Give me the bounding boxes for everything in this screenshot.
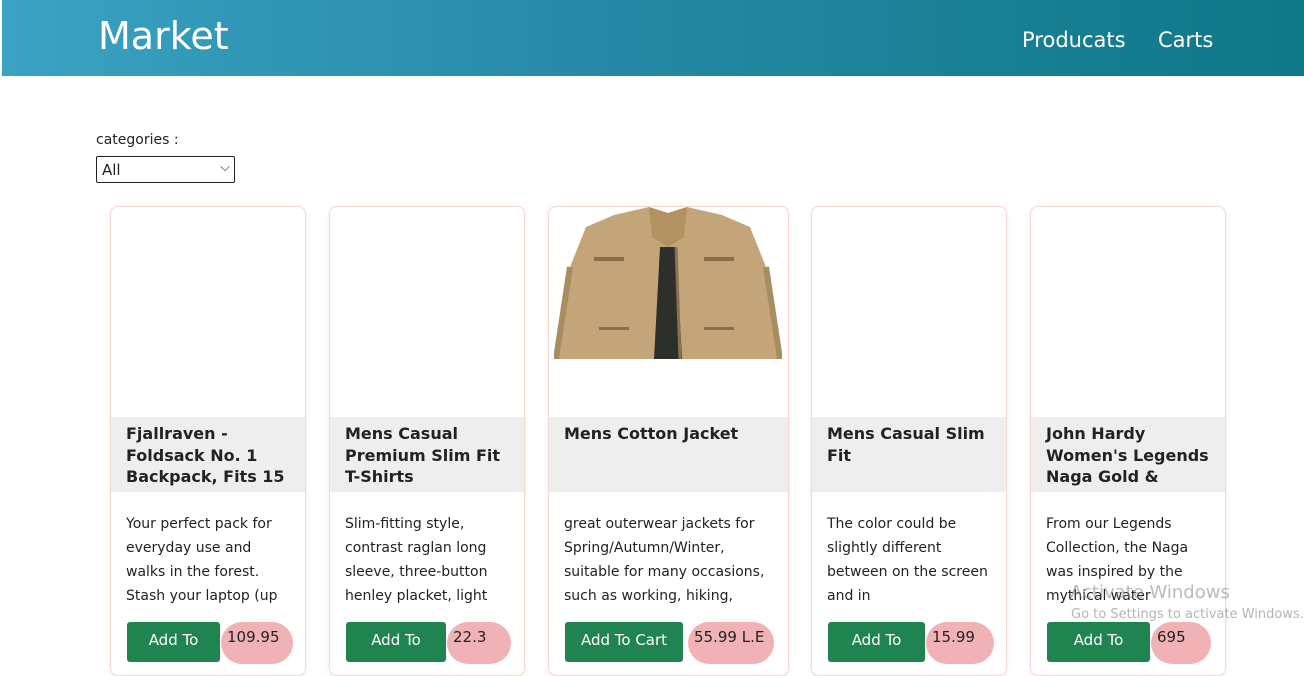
product-title-box: Fjallraven - Foldsack No. 1 Backpack, Fi… <box>111 417 305 492</box>
product-title: Mens Casual Slim Fit <box>827 424 985 465</box>
price-badge: 109.95 <box>221 622 293 664</box>
product-card: Mens Casual Premium Slim Fit T-Shirts Sl… <box>329 206 525 676</box>
product-card: John Hardy Women's Legends Naga Gold & S… <box>1030 206 1226 676</box>
product-title: Mens Cotton Jacket <box>564 424 739 443</box>
product-title-box: Mens Casual Premium Slim Fit T-Shirts <box>330 417 524 492</box>
product-description: Slim-fitting style, contrast raglan long… <box>345 516 488 604</box>
nav-link-carts[interactable]: Carts <box>1158 26 1213 54</box>
add-to-cart-button[interactable]: Add To <box>127 622 220 662</box>
price-badge: 55.99 L.E <box>688 622 774 664</box>
nav-link-products[interactable]: Producats <box>1022 26 1126 54</box>
product-image <box>549 207 788 417</box>
product-image <box>812 207 1006 417</box>
add-to-cart-button[interactable]: Add To <box>346 622 446 662</box>
categories-selected-value: All <box>102 161 121 179</box>
product-title: Fjallraven - Foldsack No. 1 Backpack, Fi… <box>126 424 285 492</box>
windows-activation-watermark: Activate Windows <box>1070 582 1230 603</box>
product-title: John Hardy Women's Legends Naga Gold & S… <box>1046 424 1209 492</box>
add-to-cart-button[interactable]: Add To <box>828 622 925 662</box>
chevron-down-icon: ⌵ <box>220 160 230 175</box>
categories-select[interactable]: All ⌵ <box>96 156 235 183</box>
product-description: Your perfect pack for everyday use and w… <box>126 516 278 604</box>
price-badge: 22.3 <box>447 622 511 664</box>
product-title-box: Mens Cotton Jacket <box>549 417 788 492</box>
product-card: Fjallraven - Foldsack No. 1 Backpack, Fi… <box>110 206 306 676</box>
product-image <box>1031 207 1225 417</box>
product-description: The color could be slightly different be… <box>827 516 988 604</box>
windows-activation-hint: Go to Settings to activate Windows. <box>1071 607 1304 622</box>
price-badge: 15.99 <box>926 622 994 664</box>
product-title-box: Mens Casual Slim Fit <box>812 417 1006 492</box>
product-image <box>330 207 524 417</box>
product-title: Mens Casual Premium Slim Fit T-Shirts <box>345 424 501 486</box>
add-to-cart-button[interactable]: Add To Cart <box>565 622 683 662</box>
product-description: great outerwear jackets for Spring/Autum… <box>564 516 765 604</box>
add-to-cart-button[interactable]: Add To <box>1047 622 1150 662</box>
top-navbar: Market Producats Carts <box>2 0 1304 76</box>
product-title-box: John Hardy Women's Legends Naga Gold & S… <box>1031 417 1225 492</box>
product-card: Mens Cotton Jacket great outerwear jacke… <box>548 206 789 676</box>
categories-label: categories : <box>96 132 179 148</box>
product-card: Mens Casual Slim Fit The color could be … <box>811 206 1007 676</box>
brand-logo[interactable]: Market <box>98 12 229 60</box>
product-image <box>111 207 305 417</box>
price-badge: 695 <box>1151 622 1211 664</box>
jacket-image <box>554 207 782 359</box>
